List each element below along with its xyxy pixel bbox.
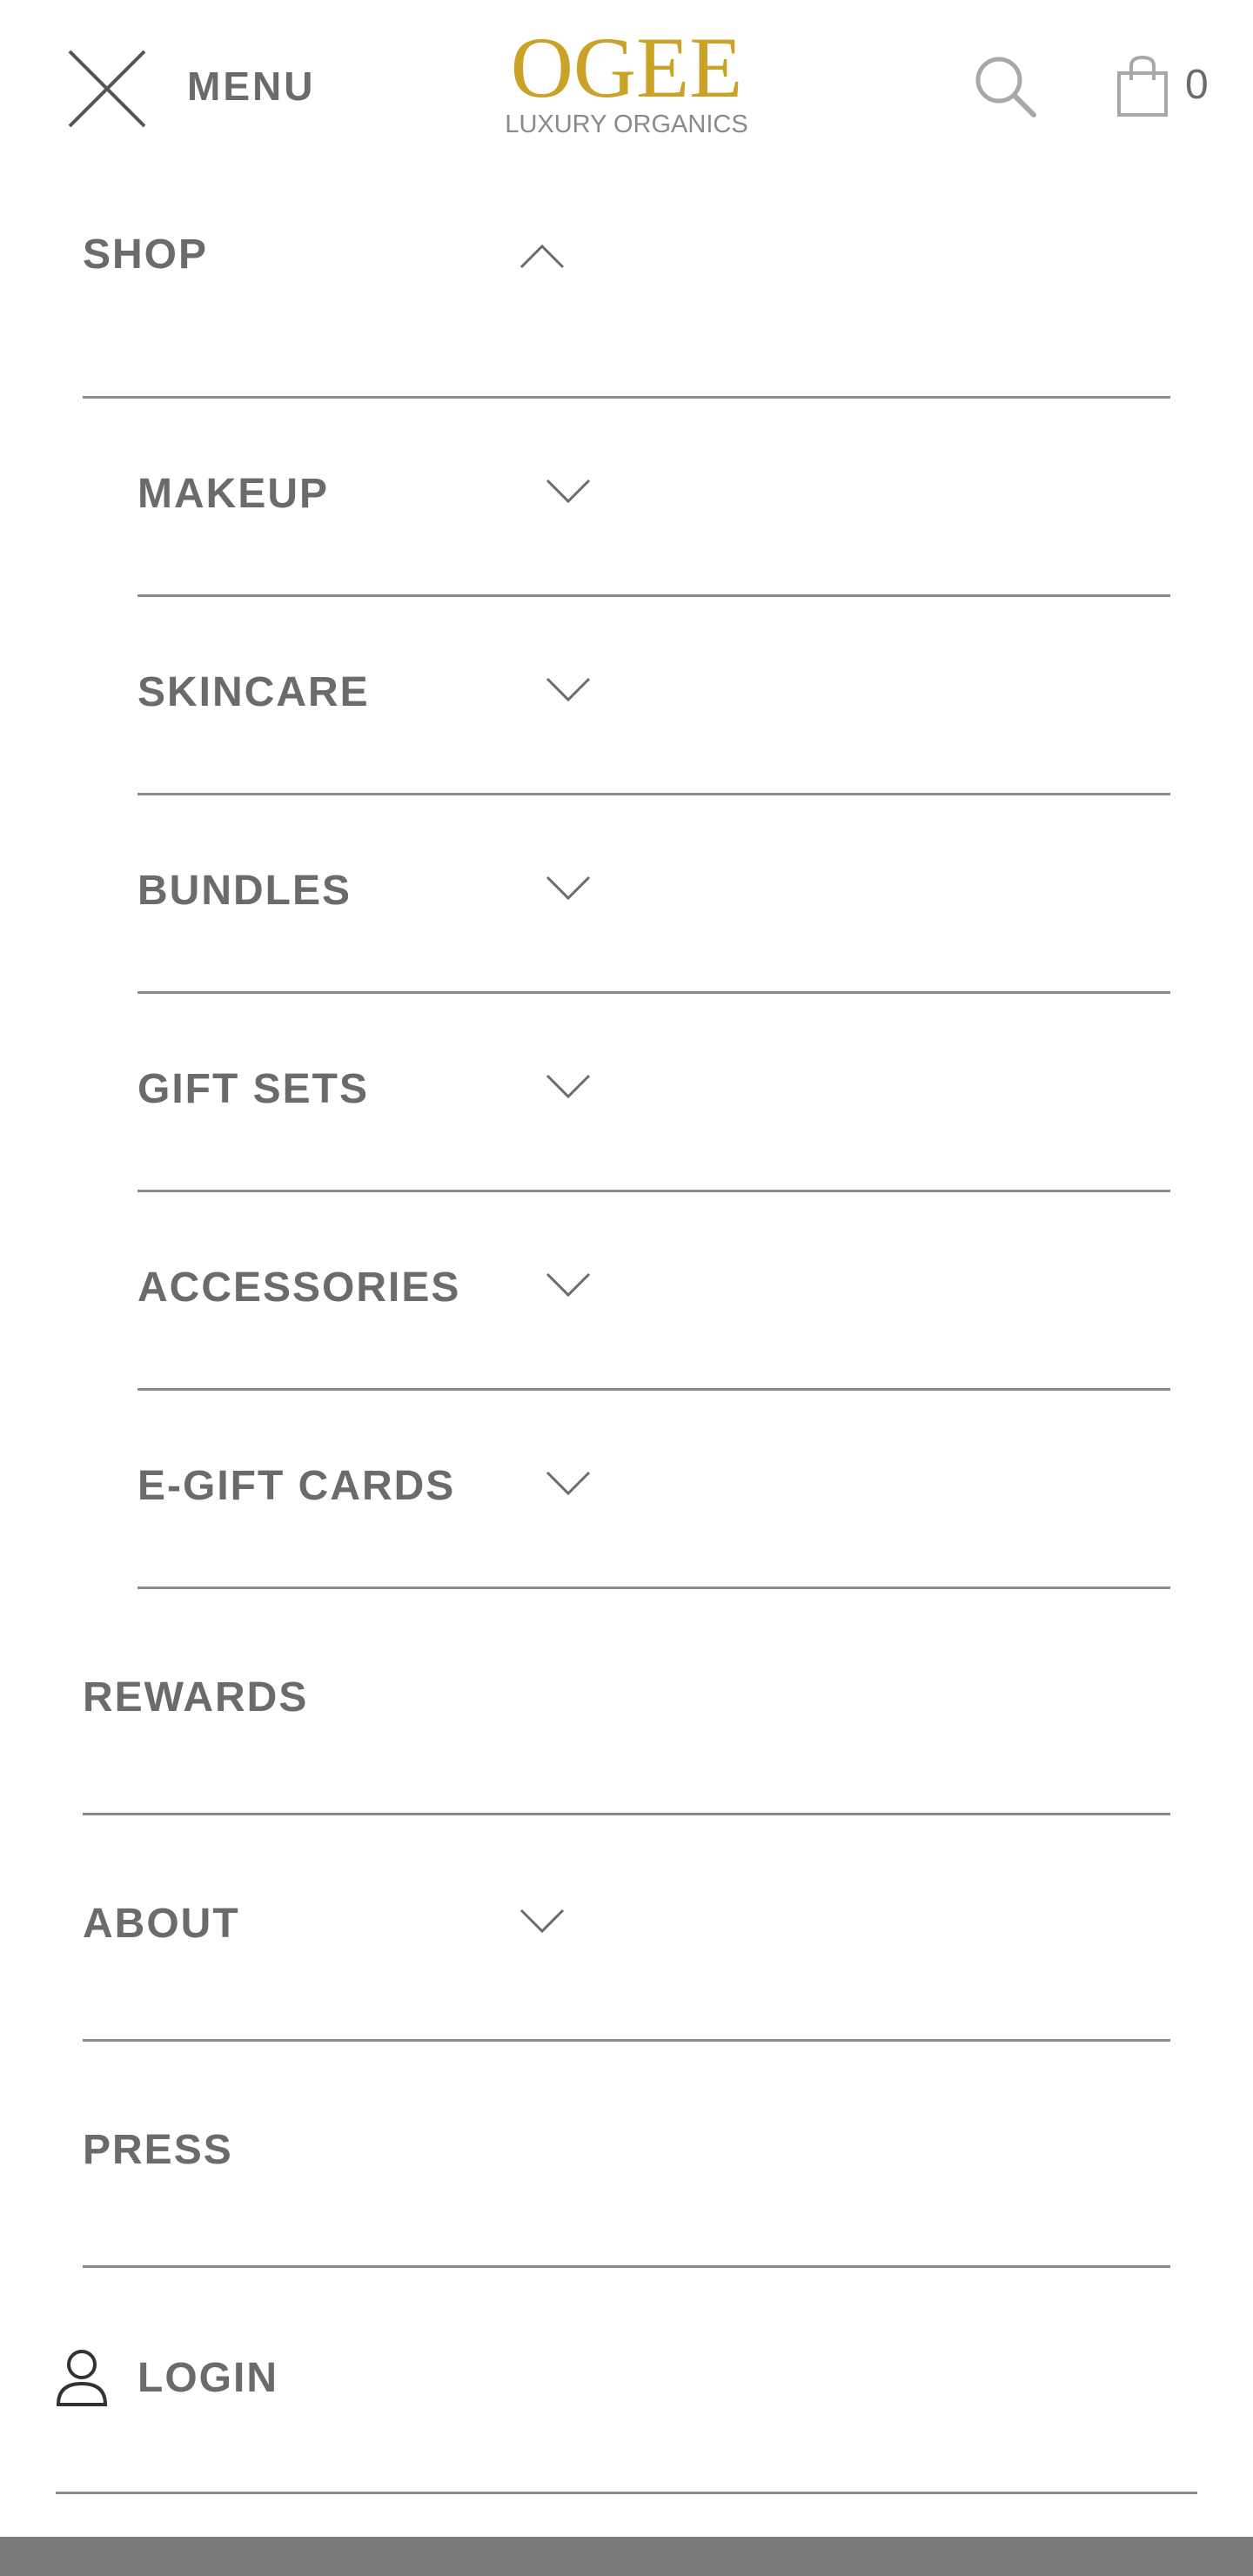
nav-subitem-gift-sets[interactable]: GIFT SETS	[137, 1065, 1169, 1126]
nav-subitem-label: ACCESSORIES	[137, 1265, 461, 1311]
logo-wordmark: OGEE	[510, 19, 743, 116]
nav-item-shop[interactable]: SHOP	[83, 231, 1170, 300]
nav-subitem-label: SKINCARE	[137, 669, 370, 715]
chevron-down-icon	[519, 1909, 565, 1934]
nav-item-rewards[interactable]: REWARDS	[83, 1674, 1170, 1734]
nav-subitem-skincare[interactable]: SKINCARE	[137, 668, 1169, 729]
nav-subitem-makeup[interactable]: MAKEUP	[137, 470, 1169, 531]
divider	[137, 991, 1170, 994]
divider	[83, 2265, 1170, 2268]
divider	[83, 1813, 1170, 1815]
divider	[137, 793, 1170, 795]
nav-subitem-label: GIFT SETS	[137, 1066, 370, 1112]
nav-item-login[interactable]: LOGIN	[56, 2345, 1196, 2424]
search-button[interactable]	[973, 54, 1039, 120]
header: MENU OGEE LUXURY ORGANICS 0	[0, 0, 1253, 170]
close-icon	[68, 50, 146, 128]
nav-subitem-e-gift-cards[interactable]: E-GIFT CARDS	[137, 1462, 1169, 1523]
chevron-down-icon	[546, 1471, 591, 1496]
chevron-up-icon	[519, 244, 565, 269]
brand-logo[interactable]: OGEE LUXURY ORGANICS	[487, 24, 766, 146]
chevron-down-icon	[546, 1272, 591, 1298]
nav-item-about[interactable]: ABOUT	[83, 1900, 1170, 1961]
shopping-bag-icon	[1117, 55, 1168, 117]
chevron-down-icon	[546, 479, 591, 504]
nav-item-login-label: LOGIN	[137, 2355, 278, 2401]
nav-subitem-label: MAKEUP	[137, 471, 330, 517]
divider	[83, 396, 1170, 399]
nav-subitem-label: BUNDLES	[137, 868, 352, 914]
search-icon	[975, 57, 1036, 117]
chevron-down-icon	[546, 1074, 591, 1099]
chevron-down-icon	[546, 677, 591, 702]
nav-subitem-label: E-GIFT CARDS	[137, 1463, 456, 1509]
divider	[56, 2492, 1197, 2494]
divider	[137, 1587, 1170, 1589]
nav-item-press-label: PRESS	[83, 2127, 233, 2173]
divider	[83, 2039, 1170, 2042]
bottom-overlay-bar	[0, 2537, 1253, 2576]
logo-tagline: LUXURY ORGANICS	[505, 111, 748, 138]
nav-item-press[interactable]: PRESS	[83, 2126, 1170, 2187]
divider	[137, 1190, 1170, 1192]
nav-item-shop-label: SHOP	[83, 231, 209, 278]
nav-subitem-bundles[interactable]: BUNDLES	[137, 867, 1169, 928]
close-menu-button[interactable]	[66, 48, 148, 130]
divider	[137, 594, 1170, 597]
chevron-down-icon	[546, 875, 591, 901]
menu-label[interactable]: MENU	[187, 63, 315, 110]
divider	[137, 1388, 1170, 1391]
user-icon	[56, 2350, 108, 2406]
nav-subitem-accessories[interactable]: ACCESSORIES	[137, 1264, 1169, 1325]
cart-count: 0	[1185, 62, 1209, 108]
nav-item-about-label: ABOUT	[83, 1901, 240, 1947]
nav-item-rewards-label: REWARDS	[83, 1674, 309, 1721]
